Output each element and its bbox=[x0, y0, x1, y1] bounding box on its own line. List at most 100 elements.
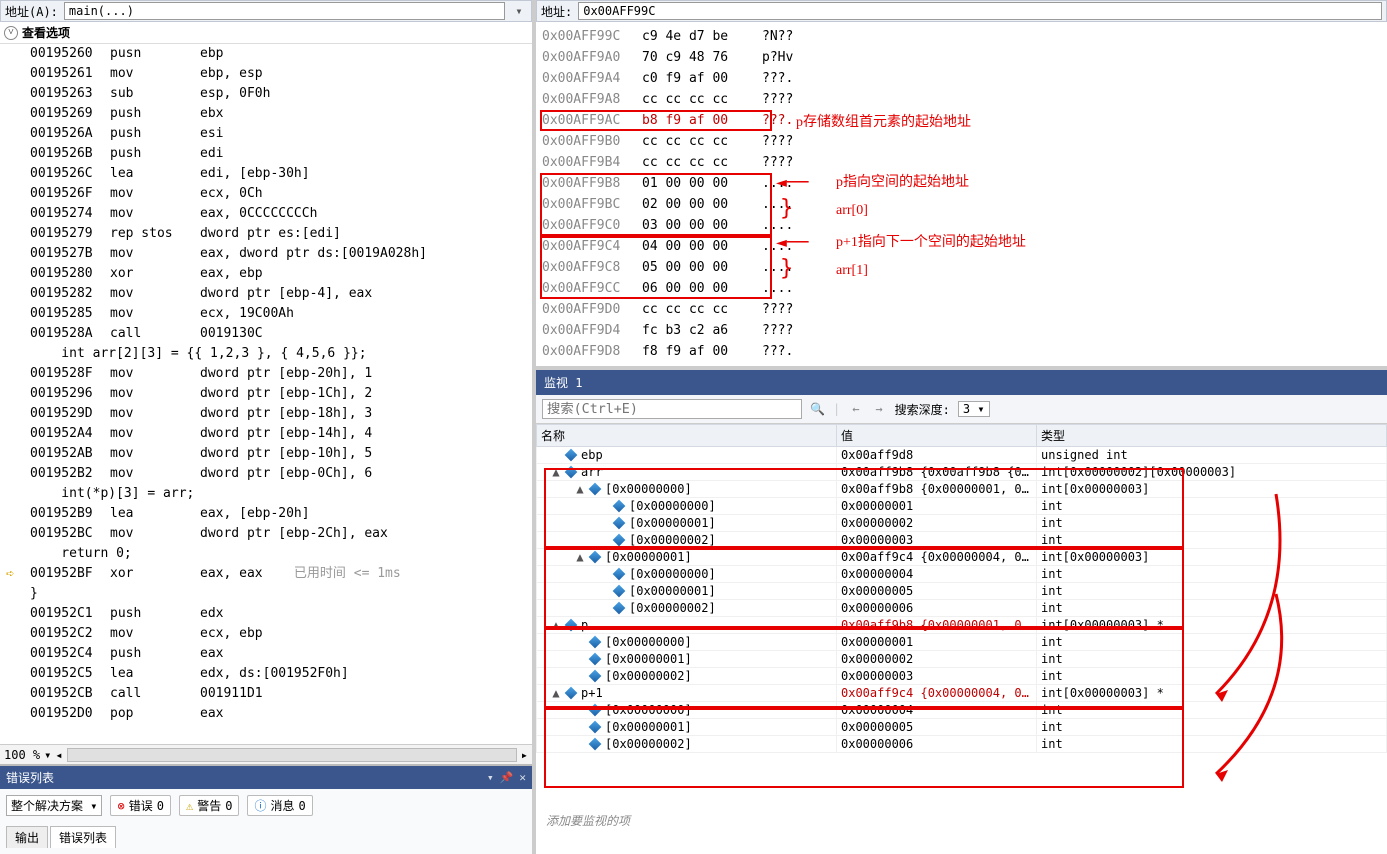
disasm-row[interactable]: 0019526Fmovecx, 0Ch bbox=[30, 184, 532, 204]
watch-row[interactable]: ▲arr0x00aff9b8 {0x00aff9b8 {0x...int[0x0… bbox=[537, 464, 1387, 481]
watch-row[interactable]: [0x00000002]0x00000003int bbox=[537, 668, 1387, 685]
watch-row[interactable]: ▲p+10x00aff9c4 {0x00000004, 0x...int[0x0… bbox=[537, 685, 1387, 702]
memory-view[interactable]: 0x00AFF99Cc9 4e d7 be?N??0x00AFF9A070 c9… bbox=[536, 22, 1387, 366]
watch-row[interactable]: [0x00000000]0x00000004int bbox=[537, 702, 1387, 719]
memory-row[interactable]: 0x00AFF9D4fc b3 c2 a6???? bbox=[542, 320, 1381, 341]
disasm-row[interactable]: int(*p)[3] = arr; bbox=[30, 484, 532, 504]
nav-forward-icon[interactable]: → bbox=[871, 402, 886, 416]
disasm-row[interactable]: 00195260pusnebp bbox=[30, 44, 532, 64]
disasm-row[interactable]: 001952A4movdword ptr [ebp-14h], 4 bbox=[30, 424, 532, 444]
watch-row[interactable]: [0x00000000]0x00000001int bbox=[537, 634, 1387, 651]
disasm-row[interactable]: 001952B2movdword ptr [ebp-0Ch], 6 bbox=[30, 464, 532, 484]
tab-error-list[interactable]: 错误列表 bbox=[50, 826, 116, 848]
memory-row[interactable]: 0x00AFF9A8cc cc cc cc???? bbox=[542, 89, 1381, 110]
disasm-row[interactable]: 0019528Acall0019130C bbox=[30, 324, 532, 344]
watch-row[interactable]: ebp0x00aff9d8unsigned int bbox=[537, 447, 1387, 464]
dropdown-icon[interactable]: ▾ bbox=[487, 771, 494, 784]
expander-icon[interactable]: ▲ bbox=[575, 482, 585, 496]
memory-row[interactable]: 0x00AFF9B0cc cc cc cc???? bbox=[542, 131, 1381, 152]
memory-row[interactable]: 0x00AFF9B4cc cc cc cc???? bbox=[542, 152, 1381, 173]
scroll-right-icon[interactable]: ▸ bbox=[521, 748, 528, 762]
disasm-row[interactable]: 001952CBcall001911D1 bbox=[30, 684, 532, 704]
expand-toggle-icon[interactable]: ˅ bbox=[4, 26, 18, 40]
disasm-row[interactable]: 001952C5leaedx, ds:[001952F0h] bbox=[30, 664, 532, 684]
memory-row[interactable]: 0x00AFF9CC06 00 00 00.... bbox=[542, 278, 1381, 299]
disasm-row[interactable]: 0019527Bmoveax, dword ptr ds:[0019A028h] bbox=[30, 244, 532, 264]
pin-icon[interactable]: 📌 bbox=[500, 771, 514, 784]
disasm-row[interactable]: return 0; bbox=[30, 544, 532, 564]
watch-add-hint[interactable]: 添加要监视的项 bbox=[538, 808, 638, 833]
disasm-row[interactable]: 00195269pushebx bbox=[30, 104, 532, 124]
memory-row[interactable]: 0x00AFF9BC02 00 00 00.... bbox=[542, 194, 1381, 215]
disasm-row[interactable]: 0019526Bpushedi bbox=[30, 144, 532, 164]
memory-row[interactable]: 0x00AFF9A4c0 f9 af 00???. bbox=[542, 68, 1381, 89]
warnings-pill[interactable]: ⚠警告 0 bbox=[179, 795, 239, 816]
address-dropdown-icon[interactable]: ▾ bbox=[511, 4, 527, 18]
memory-row[interactable]: 0x00AFF9ACb8 f9 af 00???. bbox=[542, 110, 1381, 131]
watch-row[interactable]: [0x00000000]0x00000004int bbox=[537, 566, 1387, 583]
disasm-row[interactable]: 001952D0popeax bbox=[30, 704, 532, 724]
disasm-row[interactable]: 001952ABmovdword ptr [ebp-10h], 5 bbox=[30, 444, 532, 464]
watch-row[interactable]: ▲[0x00000001]0x00aff9c4 {0x00000004, 0x.… bbox=[537, 549, 1387, 566]
disasm-row[interactable]: 001952B9leaeax, [ebp-20h] bbox=[30, 504, 532, 524]
disasm-row[interactable]: 0019526Apushesi bbox=[30, 124, 532, 144]
memory-row[interactable]: 0x00AFF9B801 00 00 00.... bbox=[542, 173, 1381, 194]
expander-icon[interactable]: ▲ bbox=[551, 686, 561, 700]
memory-row[interactable]: 0x00AFF9C805 00 00 00.... bbox=[542, 257, 1381, 278]
nav-back-icon[interactable]: ← bbox=[848, 402, 863, 416]
col-value[interactable]: 值 bbox=[837, 425, 1037, 447]
watch-row[interactable]: [0x00000001]0x00000005int bbox=[537, 583, 1387, 600]
close-icon[interactable]: ✕ bbox=[519, 771, 526, 784]
messages-pill[interactable]: ⓘ消息 0 bbox=[247, 795, 312, 816]
disasm-row[interactable]: 00195280xoreax, ebp bbox=[30, 264, 532, 284]
watch-row[interactable]: [0x00000000]0x00000001int bbox=[537, 498, 1387, 515]
expander-icon[interactable]: ▲ bbox=[551, 618, 561, 632]
watch-row[interactable]: ▲[0x00000000]0x00aff9b8 {0x00000001, 0..… bbox=[537, 481, 1387, 498]
watch-row[interactable]: [0x00000001]0x00000002int bbox=[537, 515, 1387, 532]
watch-search-input[interactable] bbox=[542, 399, 802, 419]
disasm-row[interactable]: 00195282movdword ptr [ebp-4], eax bbox=[30, 284, 532, 304]
watch-row[interactable]: [0x00000001]0x00000005int bbox=[537, 719, 1387, 736]
disasm-row[interactable]: 00195263subesp, 0F0h bbox=[30, 84, 532, 104]
expander-icon[interactable]: ▲ bbox=[551, 465, 561, 479]
depth-selector[interactable]: 3 ▾ bbox=[958, 401, 990, 417]
watch-row[interactable]: [0x00000002]0x00000003int bbox=[537, 532, 1387, 549]
memory-row[interactable]: 0x00AFF99Cc9 4e d7 be?N?? bbox=[542, 26, 1381, 47]
zoom-dropdown-icon[interactable]: ▾ bbox=[44, 748, 51, 762]
watch-row[interactable]: ▲p0x00aff9b8 {0x00000001, 0...int[0x0000… bbox=[537, 617, 1387, 634]
scope-selector[interactable]: 整个解决方案 ▾ bbox=[6, 795, 102, 816]
memory-row[interactable]: 0x00AFF9A070 c9 48 76p?Hv bbox=[542, 47, 1381, 68]
memory-row[interactable]: 0x00AFF9C404 00 00 00.... bbox=[542, 236, 1381, 257]
disasm-row[interactable]: 0019528Fmovdword ptr [ebp-20h], 1 bbox=[30, 364, 532, 384]
disasm-row[interactable]: 001952C2movecx, ebp bbox=[30, 624, 532, 644]
errors-pill[interactable]: ⊗错误 0 bbox=[110, 795, 170, 816]
disasm-row[interactable]: 001952C1pushedx bbox=[30, 604, 532, 624]
search-icon[interactable]: 🔍 bbox=[810, 402, 825, 416]
tab-output[interactable]: 输出 bbox=[6, 826, 48, 848]
memory-address-input[interactable] bbox=[578, 2, 1382, 20]
disasm-row[interactable]: 0019529Dmovdword ptr [ebp-18h], 3 bbox=[30, 404, 532, 424]
watch-grid[interactable]: 名称 值 类型 ebp0x00aff9d8unsigned int▲arr0x0… bbox=[536, 424, 1387, 753]
disasm-row[interactable]: 001952C4pusheax bbox=[30, 644, 532, 664]
address-input[interactable] bbox=[64, 2, 505, 20]
col-type[interactable]: 类型 bbox=[1037, 425, 1387, 447]
memory-row[interactable]: 0x00AFF9C003 00 00 00.... bbox=[542, 215, 1381, 236]
scroll-left-icon[interactable]: ◂ bbox=[55, 748, 62, 762]
disasm-row[interactable]: 00195279rep stosdword ptr es:[edi] bbox=[30, 224, 532, 244]
watch-row[interactable]: [0x00000001]0x00000002int bbox=[537, 651, 1387, 668]
disasm-row[interactable]: int arr[2][3] = {{ 1,2,3 }, { 4,5,6 }}; bbox=[30, 344, 532, 364]
disasm-row[interactable]: 0019526Cleaedi, [ebp-30h] bbox=[30, 164, 532, 184]
disasm-row[interactable]: } bbox=[30, 584, 532, 604]
col-name[interactable]: 名称 bbox=[537, 425, 837, 447]
disasm-row[interactable]: 001952BCmovdword ptr [ebp-2Ch], eax bbox=[30, 524, 532, 544]
disasm-row[interactable]: 00195261movebp, esp bbox=[30, 64, 532, 84]
disasm-row[interactable]: ➪001952BFxoreax, eax 已用时间 <= 1ms bbox=[30, 564, 532, 584]
watch-row[interactable]: [0x00000002]0x00000006int bbox=[537, 736, 1387, 753]
disasm-row[interactable]: 00195285movecx, 19C00Ah bbox=[30, 304, 532, 324]
disasm-row[interactable]: 00195296movdword ptr [ebp-1Ch], 2 bbox=[30, 384, 532, 404]
expander-icon[interactable]: ▲ bbox=[575, 550, 585, 564]
memory-row[interactable]: 0x00AFF9D0cc cc cc cc???? bbox=[542, 299, 1381, 320]
watch-row[interactable]: [0x00000002]0x00000006int bbox=[537, 600, 1387, 617]
memory-row[interactable]: 0x00AFF9D8f8 f9 af 00???. bbox=[542, 341, 1381, 362]
disasm-row[interactable]: 00195274moveax, 0CCCCCCCCh bbox=[30, 204, 532, 224]
